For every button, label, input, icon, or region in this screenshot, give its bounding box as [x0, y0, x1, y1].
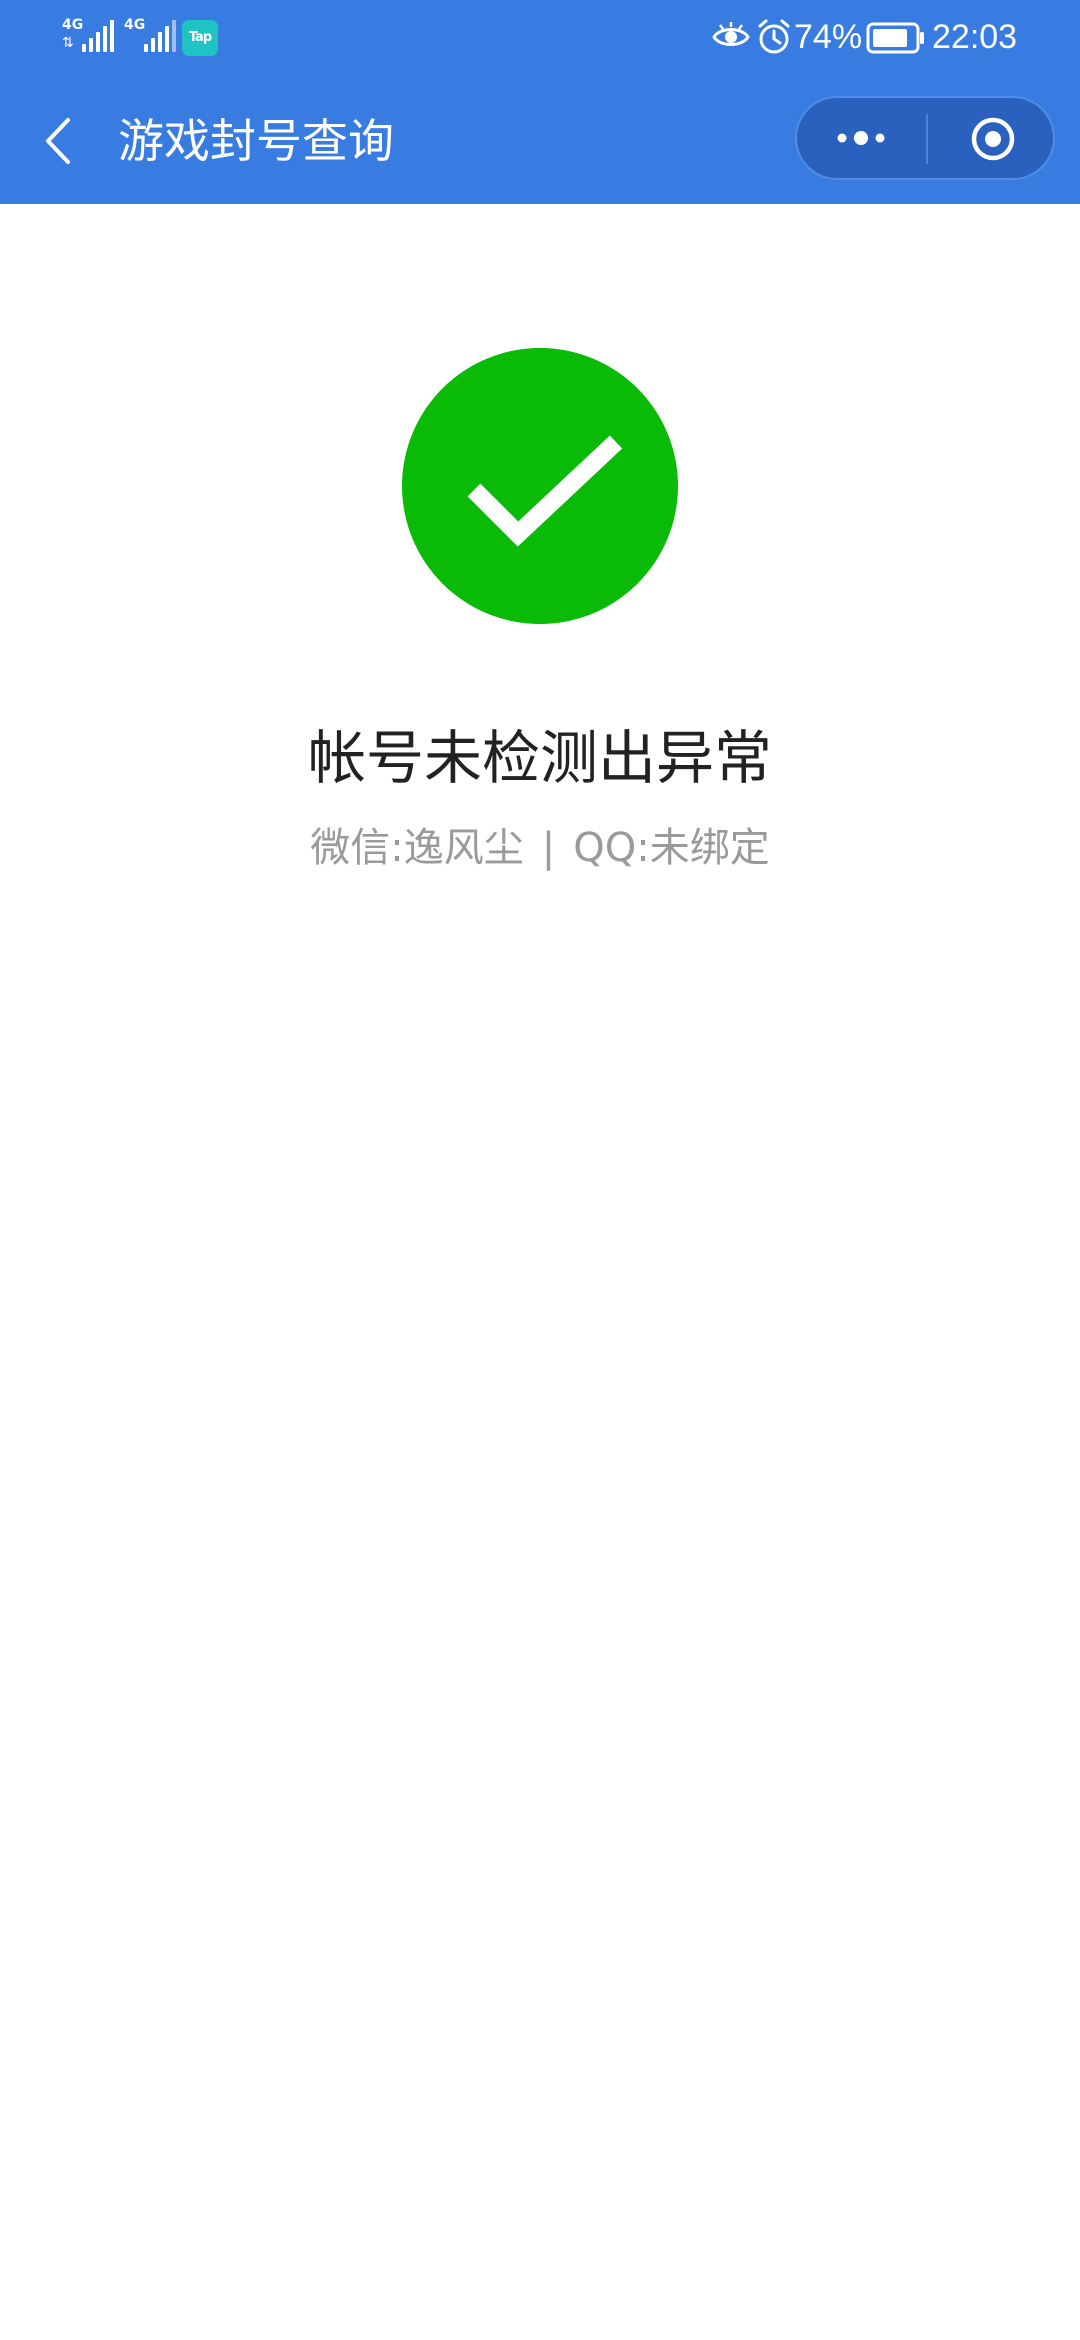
mini-program-capsule — [795, 96, 1055, 180]
header: 4G ⇅ 4G Tap 74% 22:03 游戏封号查询 — [0, 0, 1080, 204]
signal-1-icon: 4G ⇅ — [62, 16, 114, 56]
page-title: 游戏封号查询 — [118, 114, 394, 168]
eye-icon — [712, 22, 750, 46]
battery-icon — [866, 22, 924, 54]
signal-1-network: 4G — [62, 17, 84, 33]
status-bar: 4G ⇅ 4G Tap 74% 22:03 — [0, 0, 1080, 74]
account-binding-info: 微信:逸风尘 | QQ:未绑定 — [0, 818, 1080, 878]
more-button[interactable] — [797, 98, 926, 178]
signal-2-network: 4G — [124, 17, 146, 33]
close-button[interactable] — [928, 98, 1055, 178]
clock: 22:03 — [932, 18, 1018, 56]
data-arrows-icon: ⇅ — [62, 35, 74, 51]
qq-label: QQ:未绑定 — [573, 825, 770, 871]
battery-percent: 74% — [794, 18, 863, 56]
check-circle-icon — [402, 348, 678, 624]
wechat-label: 微信:逸风尘 — [310, 825, 524, 871]
target-circle-icon — [971, 117, 1015, 161]
chevron-left-icon — [46, 118, 70, 164]
signal-2-icon: 4G — [124, 16, 176, 56]
separator: | — [541, 825, 556, 871]
result-title: 帐号未检测出异常 — [307, 724, 772, 792]
tap-app-icon: Tap — [182, 20, 218, 56]
back-button[interactable] — [24, 100, 94, 180]
alarm-icon — [758, 19, 790, 54]
more-dots-icon — [837, 131, 885, 145]
